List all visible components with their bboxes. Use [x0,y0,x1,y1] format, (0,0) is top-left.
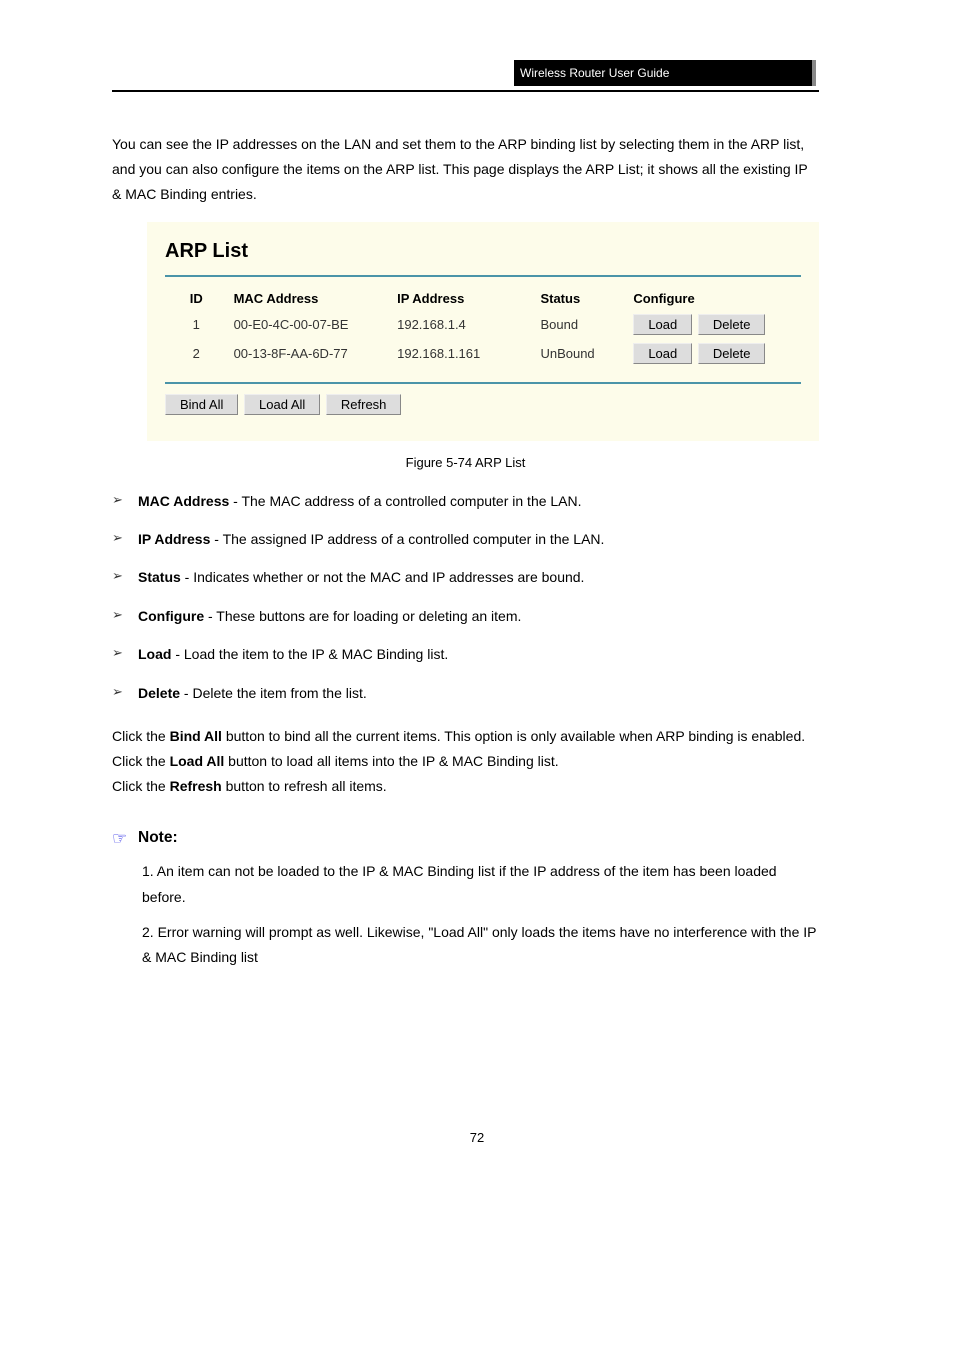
bullet-list: ➢ MAC Address - The MAC address of a con… [112,490,819,704]
misc-line: Click the Load All button to load all it… [112,749,819,774]
table-row: 1 00-E0-4C-00-07-BE 192.168.1.4 Bound Lo… [165,310,801,339]
cell-status: Bound [534,310,627,339]
cell-mac: 00-13-8F-AA-6D-77 [228,339,392,368]
cell-id: 1 [165,310,228,339]
note-line-1: 1. An item can not be loaded to the IP &… [142,859,819,909]
chevron-icon: ➢ [112,528,138,549]
chevron-icon: ➢ [112,682,138,703]
arp-top-divider [165,275,801,277]
bullet-label: IP Address [138,531,210,547]
chevron-icon: ➢ [112,566,138,587]
bullet-desc: - The MAC address of a controlled comput… [229,493,581,509]
list-item: ➢ Load - Load the item to the IP & MAC B… [112,643,819,665]
col-id: ID [165,287,228,310]
intro-paragraph: You can see the IP addresses on the LAN … [112,132,819,208]
header-black-bar: Wireless Router User Guide [514,60,816,86]
refresh-button[interactable]: Refresh [326,394,402,415]
arp-table: ID MAC Address IP Address Status Configu… [165,287,801,368]
col-configure: Configure [627,287,801,310]
list-item: ➢ IP Address - The assigned IP address o… [112,528,819,550]
note-line-2: 2. Error warning will prompt as well. Li… [142,920,819,970]
load-button[interactable]: Load [633,343,692,364]
bullet-desc: - Delete the item from the list. [180,685,367,701]
arp-list-panel: ARP List ID MAC Address IP Address Statu… [147,222,819,441]
arp-bottom-divider [165,382,801,384]
table-row: 2 00-13-8F-AA-6D-77 192.168.1.161 UnBoun… [165,339,801,368]
bullet-label: Status [138,569,181,585]
bullet-desc: - Indicates whether or not the MAC and I… [181,569,585,585]
cell-mac: 00-E0-4C-00-07-BE [228,310,392,339]
bind-all-button[interactable]: Bind All [165,394,238,415]
load-button[interactable]: Load [633,314,692,335]
chevron-icon: ➢ [112,643,138,664]
pointing-hand-icon: ☞ [112,829,138,849]
list-item: ➢ MAC Address - The MAC address of a con… [112,490,819,512]
misc-line: Click the Refresh button to refresh all … [112,774,819,799]
bullet-label: MAC Address [138,493,229,509]
col-status: Status [534,287,627,310]
delete-button[interactable]: Delete [698,343,766,364]
list-item: ➢ Configure - These buttons are for load… [112,605,819,627]
list-item: ➢ Status - Indicates whether or not the … [112,566,819,588]
list-item: ➢ Delete - Delete the item from the list… [112,682,819,704]
page-number: 72 [0,1130,954,1145]
misc-paragraphs: Click the Bind All button to bind all th… [112,724,819,800]
figure-caption: Figure 5-74 ARP List [112,455,819,470]
bullet-label: Load [138,646,171,662]
cell-status: UnBound [534,339,627,368]
cell-id: 2 [165,339,228,368]
chevron-icon: ➢ [112,490,138,511]
bullet-desc: - Load the item to the IP & MAC Binding … [171,646,448,662]
delete-button[interactable]: Delete [698,314,766,335]
bullet-label: Configure [138,608,204,624]
bullet-desc: - These buttons are for loading or delet… [204,608,521,624]
bullet-label: Delete [138,685,180,701]
col-ip: IP Address [391,287,534,310]
header-rule [112,90,819,92]
col-mac: MAC Address [228,287,392,310]
misc-line: Click the Bind All button to bind all th… [112,724,819,749]
load-all-button[interactable]: Load All [244,394,320,415]
chevron-icon: ➢ [112,605,138,626]
note-label: Note: [138,829,178,847]
bullet-desc: - The assigned IP address of a controlle… [210,531,604,547]
cell-ip: 192.168.1.161 [391,339,534,368]
arp-list-title: ARP List [165,240,801,263]
cell-ip: 192.168.1.4 [391,310,534,339]
note-body: 1. An item can not be loaded to the IP &… [142,859,819,970]
